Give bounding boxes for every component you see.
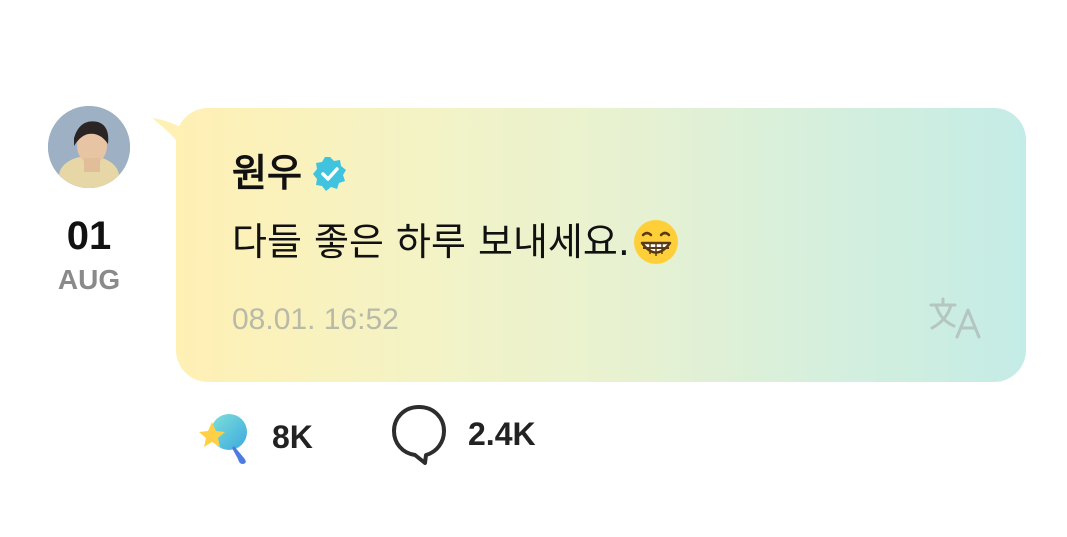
grinning-face-emoji: [632, 218, 680, 266]
verified-badge-icon: [312, 156, 348, 192]
comment-count: 2.4K: [468, 416, 536, 452]
reaction-action[interactable]: 8K: [196, 408, 313, 466]
author-name[interactable]: 원우: [232, 152, 302, 196]
message-text: 다들 좋은 하루 보내세요.: [232, 220, 630, 264]
post-date-month: AUG: [57, 264, 121, 295]
avatar-image: [48, 106, 130, 188]
message-line: 다들 좋은 하루 보내세요.: [232, 218, 680, 266]
avatar[interactable]: [48, 106, 130, 188]
star-reaction-icon: [196, 408, 256, 466]
comment-action[interactable]: 2.4K: [390, 402, 536, 466]
post-card: 01 AUG 원우 다들 좋은 하루 보내세요. 08.01. 16:52 8K…: [0, 0, 1067, 537]
comment-bubble-icon: [390, 402, 448, 466]
author-line: 원우: [232, 152, 348, 196]
post-date-day: 01: [66, 214, 112, 258]
translate-icon[interactable]: [928, 296, 984, 340]
post-timestamp: 08.01. 16:52: [232, 303, 399, 336]
reaction-count: 8K: [272, 419, 313, 455]
